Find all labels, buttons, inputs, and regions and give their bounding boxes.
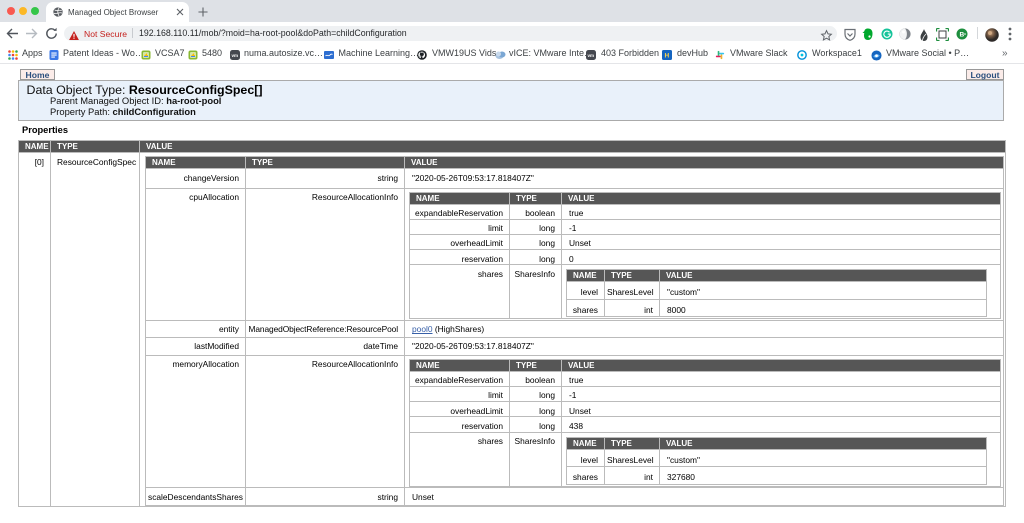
svg-text:B: B — [960, 32, 965, 39]
svg-text:H: H — [665, 52, 670, 59]
svg-text:vm: vm — [588, 53, 595, 58]
svg-text:vm: vm — [232, 53, 239, 58]
